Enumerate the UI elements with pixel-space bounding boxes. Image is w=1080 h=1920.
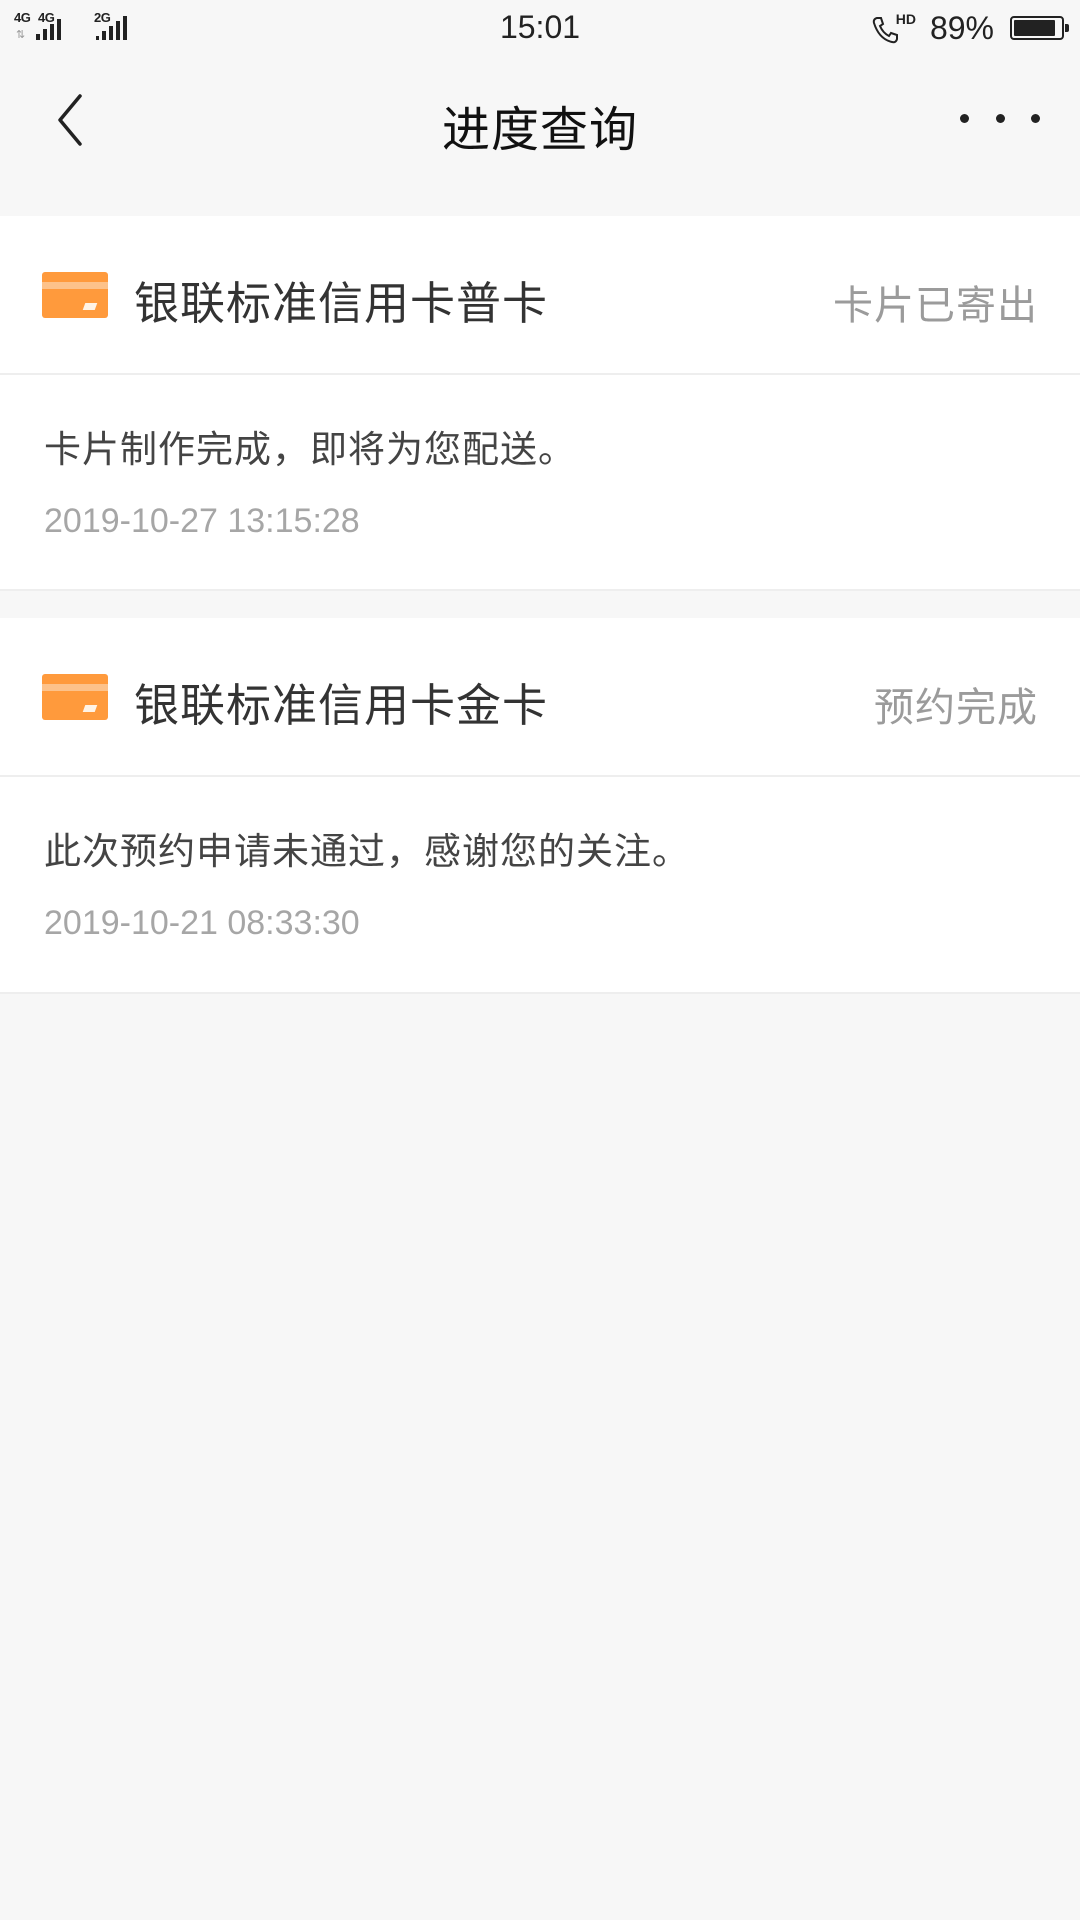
status-right: HD 89% — [870, 9, 1069, 47]
hd-label: HD — [895, 11, 916, 27]
chevron-left-icon — [58, 94, 82, 146]
divider — [0, 589, 1080, 591]
back-button[interactable] — [40, 84, 104, 154]
battery-percent: 89% — [929, 9, 994, 46]
nav-bar: 进度查询 — [0, 56, 1080, 186]
card-header[interactable]: 银联标准信用卡普卡 卡片已寄出 — [0, 216, 1080, 375]
more-button[interactable] — [960, 90, 1040, 146]
credit-card-icon — [42, 272, 108, 318]
hd-call-icon: HD — [870, 11, 916, 45]
divider — [0, 992, 1080, 994]
card-header[interactable]: 银联标准信用卡金卡 预约完成 — [0, 618, 1080, 777]
application-card[interactable]: 银联标准信用卡金卡 预约完成 此次预约申请未通过，感谢您的关注。 2019-10… — [0, 618, 1080, 994]
application-card[interactable]: 银联标准信用卡普卡 卡片已寄出 卡片制作完成，即将为您配送。 2019-10-2… — [0, 216, 1080, 591]
credit-card-icon — [42, 674, 108, 720]
card-name: 银联标准信用卡金卡 — [134, 679, 549, 732]
card-message: 此次预约申请未通过，感谢您的关注。 — [44, 830, 690, 873]
battery-icon — [1010, 16, 1069, 40]
card-message: 卡片制作完成，即将为您配送。 — [44, 428, 576, 471]
card-status: 卡片已寄出 — [833, 283, 1038, 329]
card-status: 预约完成 — [874, 685, 1038, 731]
status-bar: 4G 4G ⇅ 2G 15:01 HD 89% — [0, 0, 1080, 56]
card-name: 银联标准信用卡普卡 — [134, 277, 549, 330]
card-timestamp: 2019-10-21 08:33:30 — [44, 904, 360, 942]
page-title: 进度查询 — [441, 102, 638, 158]
card-timestamp: 2019-10-27 13:15:28 — [44, 502, 360, 540]
battery-fill — [1014, 20, 1055, 36]
more-dots-icon — [960, 113, 969, 123]
